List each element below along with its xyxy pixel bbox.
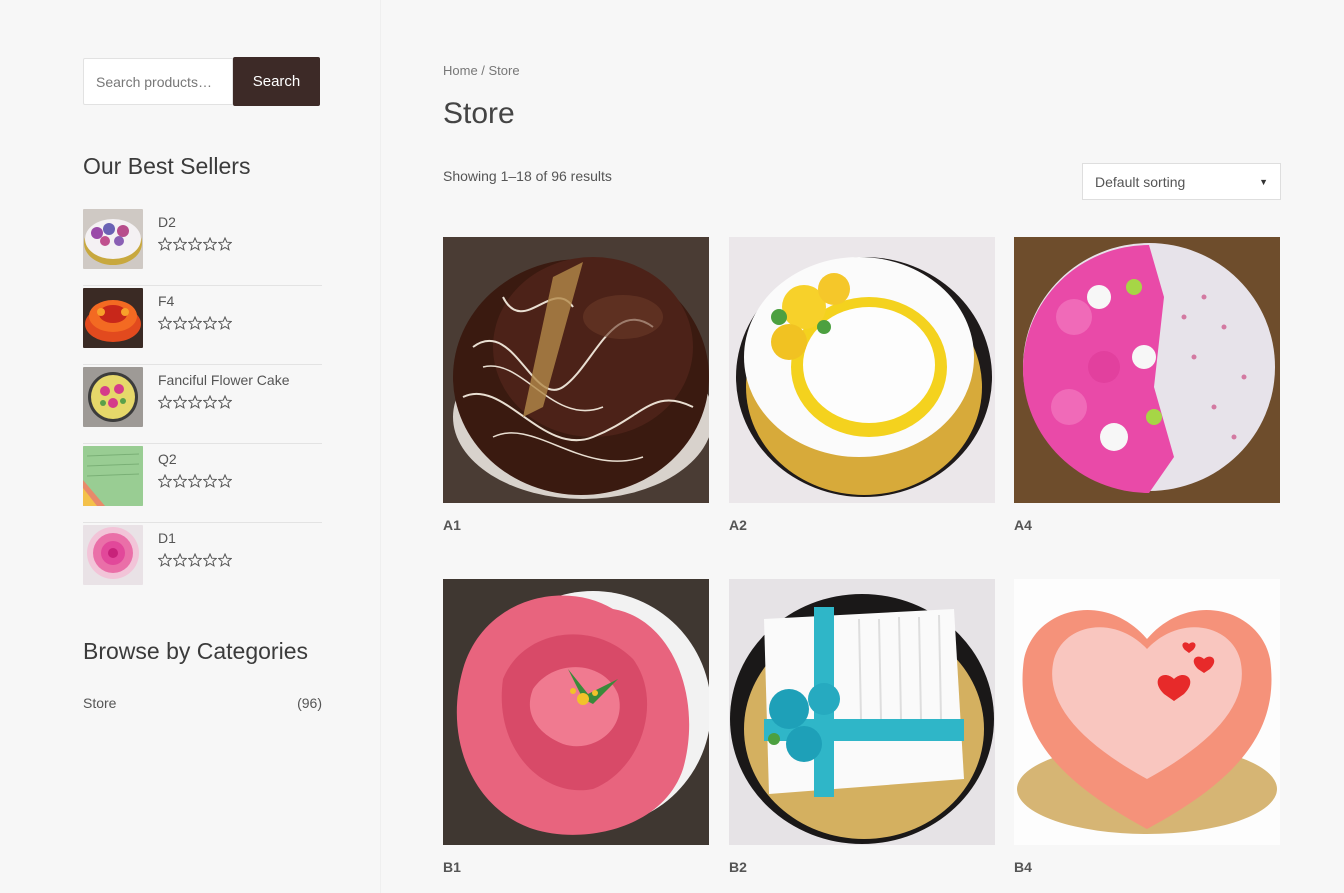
star-outline-icon — [188, 237, 202, 251]
sorting-selected-value: Default sorting — [1095, 173, 1186, 190]
product-name[interactable]: A4 — [1014, 517, 1280, 533]
star-outline-icon — [158, 237, 172, 251]
star-outline-icon — [203, 395, 217, 409]
star-outline-icon — [173, 395, 187, 409]
sorting-select[interactable]: Default sorting ▼ — [1082, 163, 1281, 200]
category-count: (96) — [297, 695, 322, 711]
product-image[interactable] — [443, 579, 709, 845]
star-outline-icon — [188, 316, 202, 330]
product-image[interactable] — [729, 579, 995, 845]
product-name[interactable]: B2 — [729, 859, 995, 875]
product-image[interactable] — [1014, 579, 1280, 845]
star-outline-icon — [218, 474, 232, 488]
best-seller-name[interactable]: F4 — [158, 293, 232, 309]
star-outline-icon — [158, 316, 172, 330]
product-name[interactable]: A1 — [443, 517, 709, 533]
star-outline-icon — [188, 395, 202, 409]
star-outline-icon — [173, 316, 187, 330]
best-seller-item[interactable]: F4 — [83, 287, 322, 365]
best-seller-name[interactable]: D2 — [158, 214, 232, 230]
category-list: Store (96) — [83, 695, 322, 711]
category-item[interactable]: Store (96) — [83, 695, 322, 711]
star-outline-icon — [218, 395, 232, 409]
product-card[interactable]: A4 — [1014, 237, 1280, 533]
star-outline-icon — [158, 553, 172, 567]
star-outline-icon — [203, 553, 217, 567]
product-image[interactable] — [729, 237, 995, 503]
product-thumbnail[interactable] — [83, 446, 143, 506]
product-thumbnail[interactable] — [83, 367, 143, 427]
dropdown-caret-icon: ▼ — [1259, 176, 1268, 187]
product-name[interactable]: B4 — [1014, 859, 1280, 875]
star-outline-icon — [203, 316, 217, 330]
product-card[interactable]: B1 — [443, 579, 709, 875]
sidebar-divider — [380, 0, 381, 893]
sidebar: Search Our Best Sellers D2 F4 — [0, 0, 380, 893]
star-outline-icon — [173, 553, 187, 567]
product-name[interactable]: B1 — [443, 859, 709, 875]
star-rating — [158, 395, 290, 409]
star-outline-icon — [158, 395, 172, 409]
best-seller-name[interactable]: Fanciful Flower Cake — [158, 372, 290, 388]
best-seller-item[interactable]: D2 — [83, 208, 322, 286]
star-outline-icon — [203, 474, 217, 488]
product-card[interactable]: A1 — [443, 237, 709, 533]
best-seller-item[interactable]: Fanciful Flower Cake — [83, 366, 322, 444]
product-thumbnail[interactable] — [83, 525, 143, 585]
best-sellers-list: D2 F4 Fanciful Flower Cake Q2 D1 — [83, 208, 322, 603]
product-search-form: Search — [83, 57, 320, 106]
best-sellers-title: Our Best Sellers — [83, 153, 251, 179]
star-rating — [158, 237, 232, 251]
star-outline-icon — [218, 316, 232, 330]
star-outline-icon — [158, 474, 172, 488]
star-outline-icon — [203, 237, 217, 251]
search-button[interactable]: Search — [233, 57, 320, 106]
star-rating — [158, 316, 232, 330]
best-seller-name[interactable]: D1 — [158, 530, 232, 546]
star-outline-icon — [173, 237, 187, 251]
breadcrumb[interactable]: Home / Store — [443, 63, 520, 78]
best-seller-name[interactable]: Q2 — [158, 451, 232, 467]
product-card[interactable]: B2 — [729, 579, 995, 875]
star-outline-icon — [173, 474, 187, 488]
product-image[interactable] — [443, 237, 709, 503]
star-rating — [158, 474, 232, 488]
category-name[interactable]: Store — [83, 695, 116, 711]
product-thumbnail[interactable] — [83, 209, 143, 269]
product-name[interactable]: A2 — [729, 517, 995, 533]
star-rating — [158, 553, 232, 567]
search-input[interactable] — [83, 58, 233, 105]
star-outline-icon — [218, 553, 232, 567]
product-card[interactable]: A2 — [729, 237, 995, 533]
result-count: Showing 1–18 of 96 results — [443, 168, 612, 184]
product-card[interactable]: B4 — [1014, 579, 1280, 875]
best-seller-item[interactable]: Q2 — [83, 445, 322, 523]
product-image[interactable] — [1014, 237, 1280, 503]
star-outline-icon — [188, 553, 202, 567]
best-seller-item[interactable]: D1 — [83, 524, 322, 602]
star-outline-icon — [218, 237, 232, 251]
star-outline-icon — [188, 474, 202, 488]
categories-title: Browse by Categories — [83, 638, 308, 664]
page-title: Store — [443, 97, 515, 130]
product-thumbnail[interactable] — [83, 288, 143, 348]
